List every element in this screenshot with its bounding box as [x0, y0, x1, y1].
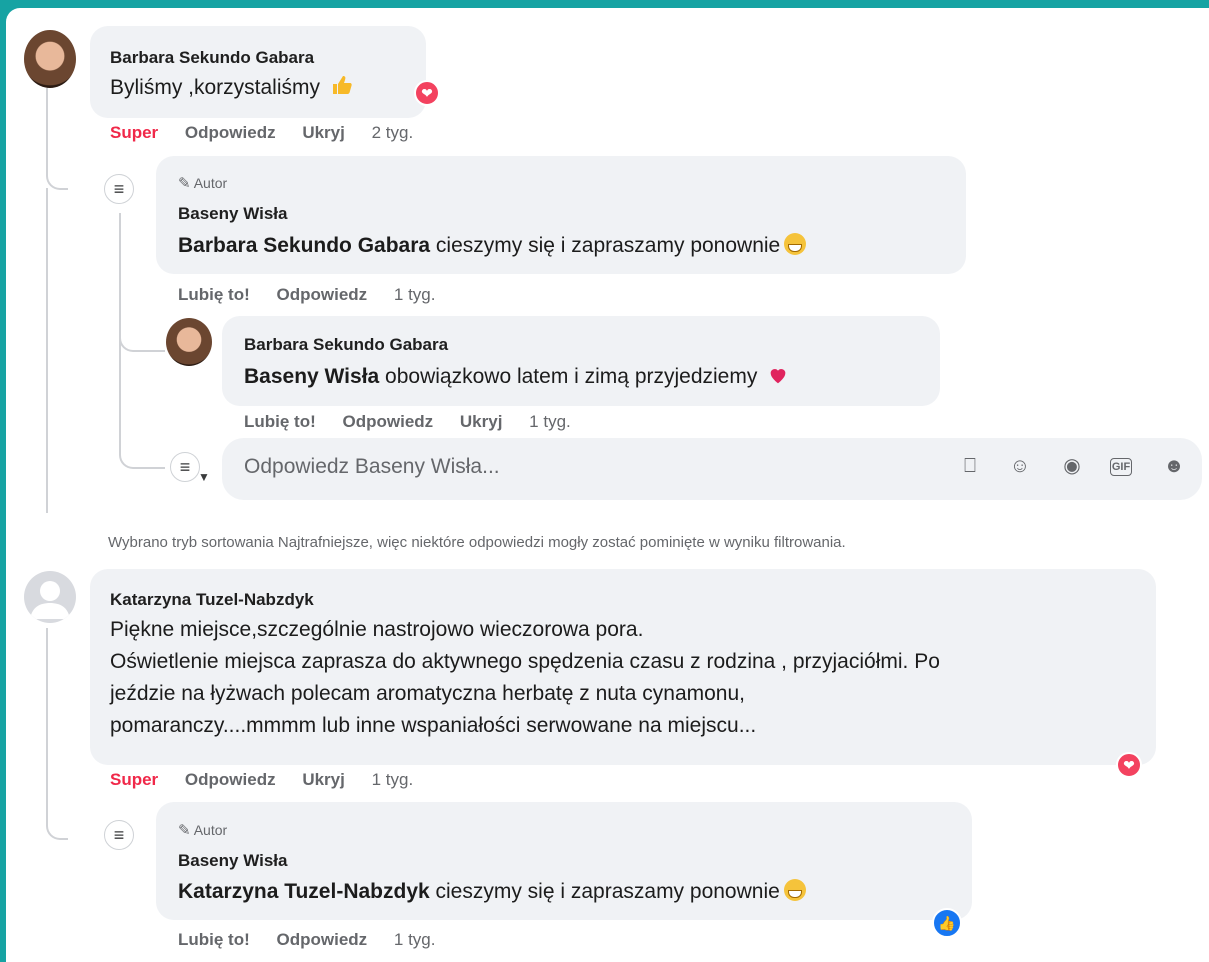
like-button[interactable]: Lubię to!: [178, 930, 250, 949]
sticker-smile-icon[interactable]: ☻: [1162, 454, 1186, 478]
comment-text: Byliśmy ,korzystaliśmy: [110, 72, 356, 104]
reply-text: Baseny Wisła obowiązkowo latem i zimą pr…: [244, 361, 791, 393]
page-logo-icon[interactable]: ≡: [104, 820, 134, 850]
comment-author[interactable]: Barbara Sekundo Gabara: [110, 48, 314, 68]
thread-line: [46, 628, 68, 840]
hide-button[interactable]: Ukryj: [460, 412, 503, 431]
like-button[interactable]: Lubię to!: [244, 412, 316, 431]
comment-text-line: Oświetlenie miejsca zaprasza do aktywneg…: [110, 650, 940, 673]
camera-icon[interactable]: ◉: [1060, 454, 1084, 478]
reply-input[interactable]: Odpowiedz Baseny Wisła... ⎕ ☺ ◉ GIF ☻: [222, 438, 1202, 500]
mention-link[interactable]: Barbara Sekundo Gabara: [178, 234, 430, 257]
thread-line: [46, 188, 48, 513]
pencil-icon: ✎: [178, 175, 191, 192]
reply-author[interactable]: Barbara Sekundo Gabara: [244, 335, 448, 355]
avatar-icon[interactable]: [24, 571, 76, 623]
pencil-icon: ✎: [178, 822, 191, 839]
reply-input-placeholder: Odpowiedz Baseny Wisła...: [244, 455, 500, 478]
sticker-icon[interactable]: ⎕: [958, 454, 982, 478]
reply-text: Barbara Sekundo Gabara cieszymy się i za…: [178, 230, 807, 262]
reply-button[interactable]: Odpowiedz: [185, 770, 276, 789]
like-reaction-icon[interactable]: 👍: [932, 908, 962, 938]
reply-author[interactable]: Baseny Wisła: [178, 204, 287, 224]
thumbs-up-emoji-icon: [330, 73, 356, 95]
reply-author[interactable]: Baseny Wisła: [178, 851, 287, 871]
reply-button[interactable]: Odpowiedz: [185, 123, 276, 142]
author-badge: ✎ Autor: [178, 821, 227, 839]
hide-button[interactable]: Ukryj: [302, 123, 345, 142]
comment-text-line: jeździe na łyżwach polecam aromatyczna h…: [110, 682, 746, 705]
page-logo-icon[interactable]: ≡: [104, 174, 134, 204]
hide-button[interactable]: Ukryj: [302, 770, 345, 789]
mention-link[interactable]: Baseny Wisła: [244, 365, 379, 388]
reply-actions: Lubię to! Odpowiedz 1 tyg.: [178, 930, 458, 950]
reply-body: cieszymy się i zapraszamy ponownie: [430, 234, 781, 257]
comment-actions: Super Odpowiedz Ukryj 2 tyg.: [110, 123, 435, 143]
reply-actions: Lubię to! Odpowiedz 1 tyg.: [178, 285, 458, 305]
timestamp[interactable]: 1 tyg.: [529, 412, 571, 431]
timestamp[interactable]: 1 tyg.: [394, 930, 436, 949]
sort-notice: Wybrano tryb sortowania Najtrafniejsze, …: [108, 534, 846, 551]
gif-icon[interactable]: GIF: [1110, 458, 1132, 476]
timestamp[interactable]: 1 tyg.: [372, 770, 414, 789]
grin-emoji-icon: [783, 879, 806, 901]
reply-button[interactable]: Odpowiedz: [343, 412, 434, 431]
comment-body: Byliśmy ,korzystaliśmy: [110, 76, 321, 99]
super-reaction-button[interactable]: Super: [110, 770, 158, 789]
comment-text-line: pomaranczy....mmmm lub inne wspaniałości…: [110, 714, 757, 737]
reply-text: Katarzyna Tuzel-Nabzdyk cieszymy się i z…: [178, 876, 806, 908]
author-badge-label: Autor: [193, 175, 228, 191]
page-logo-icon[interactable]: ≡: [170, 452, 200, 482]
reply-body: obowiązkowo latem i zimą przyjedziemy: [379, 365, 758, 388]
heart-reaction-icon[interactable]: ❤: [1116, 752, 1142, 778]
reply-button[interactable]: Odpowiedz: [277, 285, 368, 304]
thread-line: [46, 88, 68, 190]
author-badge-label: Autor: [193, 822, 228, 838]
comment-author[interactable]: Katarzyna Tuzel-Nabzdyk: [110, 590, 314, 610]
timestamp[interactable]: 1 tyg.: [394, 285, 436, 304]
emoji-icon[interactable]: ☺: [1008, 454, 1032, 478]
red-heart-emoji-icon: [767, 364, 791, 386]
author-badge: ✎ Autor: [178, 174, 227, 192]
reply-body: cieszymy się i zapraszamy ponownie: [429, 880, 780, 903]
reply-button[interactable]: Odpowiedz: [277, 930, 368, 949]
super-reaction-button[interactable]: Super: [110, 123, 158, 142]
chevron-down-icon[interactable]: ▼: [198, 470, 210, 484]
comment-actions: Super Odpowiedz Ukryj 1 tyg.: [110, 770, 435, 790]
timestamp[interactable]: 2 tyg.: [372, 123, 414, 142]
comments-panel: Barbara Sekundo Gabara Byliśmy ,korzysta…: [6, 8, 1209, 962]
comment-text-line: Piękne miejsce,szczególnie nastrojowo wi…: [110, 618, 644, 641]
like-button[interactable]: Lubię to!: [178, 285, 250, 304]
heart-reaction-icon[interactable]: ❤: [414, 80, 440, 106]
grin-emoji-icon: [784, 233, 807, 255]
mention-link[interactable]: Katarzyna Tuzel-Nabzdyk: [178, 880, 430, 903]
reply-actions: Lubię to! Odpowiedz Ukryj 1 tyg.: [244, 412, 593, 432]
avatar[interactable]: [24, 30, 76, 88]
avatar[interactable]: [166, 318, 212, 366]
